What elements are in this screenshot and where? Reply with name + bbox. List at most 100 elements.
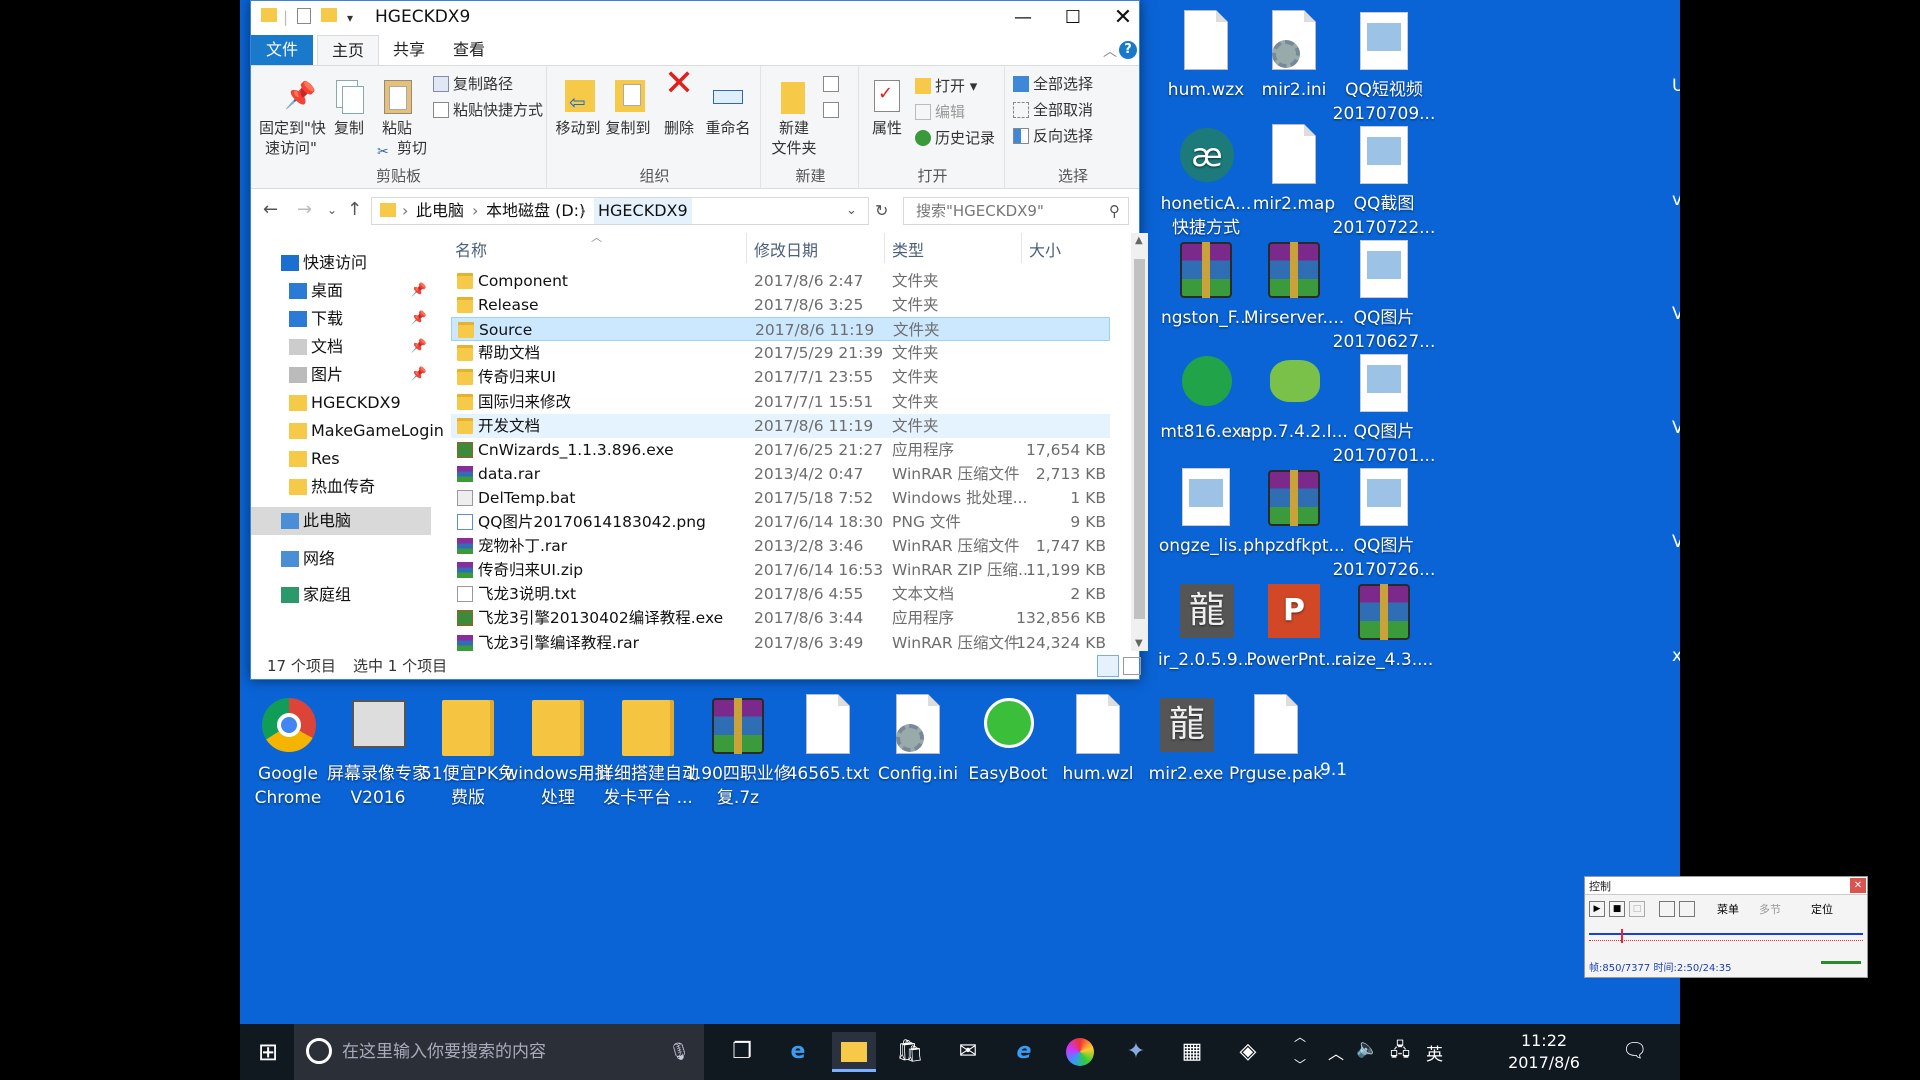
- task-view-icon[interactable]: ❐: [720, 1032, 764, 1072]
- file-row[interactable]: 飞龙3引擎编译教程.rar 2017/8/6 3:49 WinRAR 压缩文件 124…: [451, 631, 1110, 651]
- file-row[interactable]: data.rar 2013/4/2 0:47 WinRAR 压缩文件 2,713 KB: [451, 462, 1110, 486]
- back-arrow-icon[interactable]: ←: [263, 199, 278, 220]
- copy-to-button[interactable]: 复制到: [603, 78, 653, 138]
- refresh-icon[interactable]: ↻: [875, 201, 888, 220]
- column-header-name[interactable]: 名称: [455, 237, 487, 263]
- file-row[interactable]: 传奇归来UI.zip 2017/6/14 16:53 WinRAR ZIP 压缩..…: [451, 558, 1110, 582]
- nav-item[interactable]: 此电脑: [251, 507, 431, 535]
- taskbar-scroll-up-icon[interactable]: ︿: [1294, 1028, 1306, 1045]
- taskbar-search[interactable]: 在这里输入你要搜索的内容 🎙: [294, 1024, 704, 1080]
- file-row[interactable]: Release 2017/8/6 3:25 文件夹: [451, 293, 1110, 317]
- details-view-icon[interactable]: [1097, 655, 1119, 677]
- control-locate-button[interactable]: 定位: [1811, 901, 1833, 917]
- control-panel-icon[interactable]: ▦: [1170, 1032, 1214, 1072]
- file-row[interactable]: 传奇归来UI 2017/7/1 23:55 文件夹: [451, 365, 1110, 389]
- network-status-icon[interactable]: 🖧: [1390, 1038, 1410, 1068]
- address-bar[interactable]: › 此电脑 › 本地磁盘 (D:) › HGECKDX9 ⌄: [371, 197, 869, 225]
- desktop-icon[interactable]: QQ截图 20170722...: [1330, 124, 1438, 240]
- fullscreen-icon[interactable]: [1679, 901, 1695, 917]
- paste-button[interactable]: 粘贴: [375, 78, 419, 138]
- desktop-icon[interactable]: raize_4.3....: [1330, 580, 1438, 672]
- nav-item[interactable]: 网络: [251, 545, 431, 573]
- color-app-icon[interactable]: [1058, 1032, 1102, 1072]
- open-button[interactable]: 打开 ▾: [915, 74, 977, 98]
- ime-indicator[interactable]: 英: [1426, 1040, 1443, 1065]
- copy-button[interactable]: 复制: [329, 78, 369, 138]
- control-close-icon[interactable]: ✕: [1850, 878, 1866, 893]
- taskbar-scroll-down-icon[interactable]: ﹀: [1294, 1056, 1306, 1073]
- vertical-scrollbar[interactable]: ▲ ▼: [1131, 233, 1148, 651]
- help-icon[interactable]: ?: [1119, 41, 1137, 59]
- new-folder-button[interactable]: 新建 文件夹: [769, 78, 819, 158]
- control-multi-button[interactable]: 多节: [1759, 901, 1781, 917]
- file-row[interactable]: 宠物补丁.rar 2013/2/8 3:46 WinRAR 压缩文件 1,747 KB: [451, 534, 1110, 558]
- tab-view[interactable]: 查看: [439, 35, 499, 65]
- desktop-icon[interactable]: QQ图片 20170627...: [1330, 238, 1438, 354]
- search-input[interactable]: 搜索"HGECKDX9" ⚲: [903, 197, 1129, 225]
- column-header-size[interactable]: 大小: [1029, 237, 1061, 263]
- file-row[interactable]: 飞龙3引擎20130402编译教程.exe 2017/8/6 3:44 应用程序 13…: [451, 606, 1110, 630]
- new-item-button[interactable]: [823, 72, 843, 96]
- move-to-button[interactable]: ⇦ 移动到: [553, 78, 603, 138]
- volume-slider[interactable]: [1821, 961, 1861, 964]
- file-row[interactable]: Source 2017/8/6 11:19 文件夹: [451, 317, 1110, 342]
- nav-item[interactable]: Res: [251, 445, 431, 473]
- tab-file[interactable]: 文件: [251, 35, 313, 65]
- desktop-icon[interactable]: Prguse.pak: [1222, 694, 1330, 786]
- show-hidden-icons[interactable]: ︿: [1328, 1040, 1344, 1064]
- internet-explorer-icon[interactable]: e: [1002, 1032, 1046, 1072]
- stop-icon[interactable]: ■: [1609, 901, 1625, 917]
- breadcrumb-this-pc[interactable]: 此电脑: [416, 198, 464, 224]
- properties-button[interactable]: ✓ 属性: [867, 78, 907, 138]
- windows-start-icon[interactable]: ⊞: [246, 1032, 290, 1072]
- minimize-button[interactable]: —: [997, 1, 1049, 35]
- history-button[interactable]: 历史记录: [915, 126, 995, 150]
- properties-quick-icon[interactable]: [297, 8, 311, 28]
- volume-icon[interactable]: 🔈: [1356, 1038, 1378, 1059]
- file-row[interactable]: CnWizards_1.1.3.896.exe 2017/6/25 21:27 应用…: [451, 438, 1110, 462]
- tab-share[interactable]: 共享: [379, 35, 439, 65]
- copy-path-button[interactable]: 复制路径: [433, 72, 513, 96]
- delete-button[interactable]: ✕ 删除: [659, 66, 699, 138]
- file-row[interactable]: QQ图片20170614183042.png 2017/6/14 18:30 PNG…: [451, 510, 1110, 534]
- select-all-button[interactable]: 全部选择: [1013, 72, 1093, 96]
- recent-locations-icon[interactable]: ⌄: [327, 203, 337, 217]
- up-arrow-icon[interactable]: ↑: [347, 199, 362, 220]
- file-row[interactable]: Component 2017/8/6 2:47 文件夹: [451, 269, 1110, 293]
- desktop-icon[interactable]: QQ图片 20170701...: [1330, 352, 1438, 468]
- nav-item[interactable]: HGECKDX9: [251, 389, 431, 417]
- rename-button[interactable]: 重命名: [703, 78, 753, 138]
- clock[interactable]: 11:22 2017/8/6: [1504, 1030, 1584, 1074]
- close-button[interactable]: ✕: [1097, 1, 1149, 35]
- file-row[interactable]: DelTemp.bat 2017/5/18 7:52 Windows 批处理... 1…: [451, 486, 1110, 510]
- mail-icon[interactable]: ✉: [946, 1032, 990, 1072]
- invert-selection-button[interactable]: 反向选择: [1013, 124, 1093, 148]
- file-row[interactable]: 国际归来修改 2017/7/1 15:51 文件夹: [451, 390, 1110, 414]
- desktop-icon[interactable]: QQ短视频 20170709...: [1330, 10, 1438, 126]
- cut-button[interactable]: ✂ 剪切: [377, 136, 427, 160]
- pin-quick-access-button[interactable]: 📌 固定到"快 速访问": [259, 78, 326, 158]
- easy-access-button[interactable]: [823, 98, 843, 122]
- collapse-ribbon-icon[interactable]: ︿: [1103, 41, 1117, 61]
- nav-item[interactable]: 下载 📌: [251, 305, 431, 333]
- file-row[interactable]: 帮助文档 2017/5/29 21:39 文件夹: [451, 341, 1110, 365]
- column-header-type[interactable]: 类型: [892, 237, 924, 263]
- scroll-down-icon[interactable]: ▼: [1135, 638, 1143, 649]
- play-icon[interactable]: ▶: [1589, 901, 1605, 917]
- edge-icon[interactable]: e: [776, 1032, 820, 1072]
- new-folder-quick-icon[interactable]: [321, 8, 337, 26]
- column-header-date[interactable]: 修改日期: [754, 237, 818, 263]
- address-dropdown-icon[interactable]: ⌄: [846, 198, 857, 224]
- nav-item[interactable]: 文档 📌: [251, 333, 431, 361]
- file-row[interactable]: 飞龙3说明.txt 2017/8/6 4:55 文本文档 2 KB: [451, 582, 1110, 606]
- select-none-button[interactable]: 全部取消: [1013, 98, 1093, 122]
- nav-item[interactable]: 家庭组: [251, 581, 431, 609]
- scroll-up-icon[interactable]: ▲: [1135, 235, 1143, 246]
- record-icon[interactable]: □: [1629, 901, 1645, 917]
- customize-toolbar-icon[interactable]: ▾: [347, 11, 353, 25]
- timeline-marker[interactable]: [1620, 929, 1623, 943]
- maximize-button[interactable]: ☐: [1047, 1, 1099, 35]
- tab-home[interactable]: 主页: [317, 35, 380, 65]
- store-icon[interactable]: 🛍: [888, 1032, 932, 1072]
- nav-item[interactable]: 快速访问: [251, 249, 431, 277]
